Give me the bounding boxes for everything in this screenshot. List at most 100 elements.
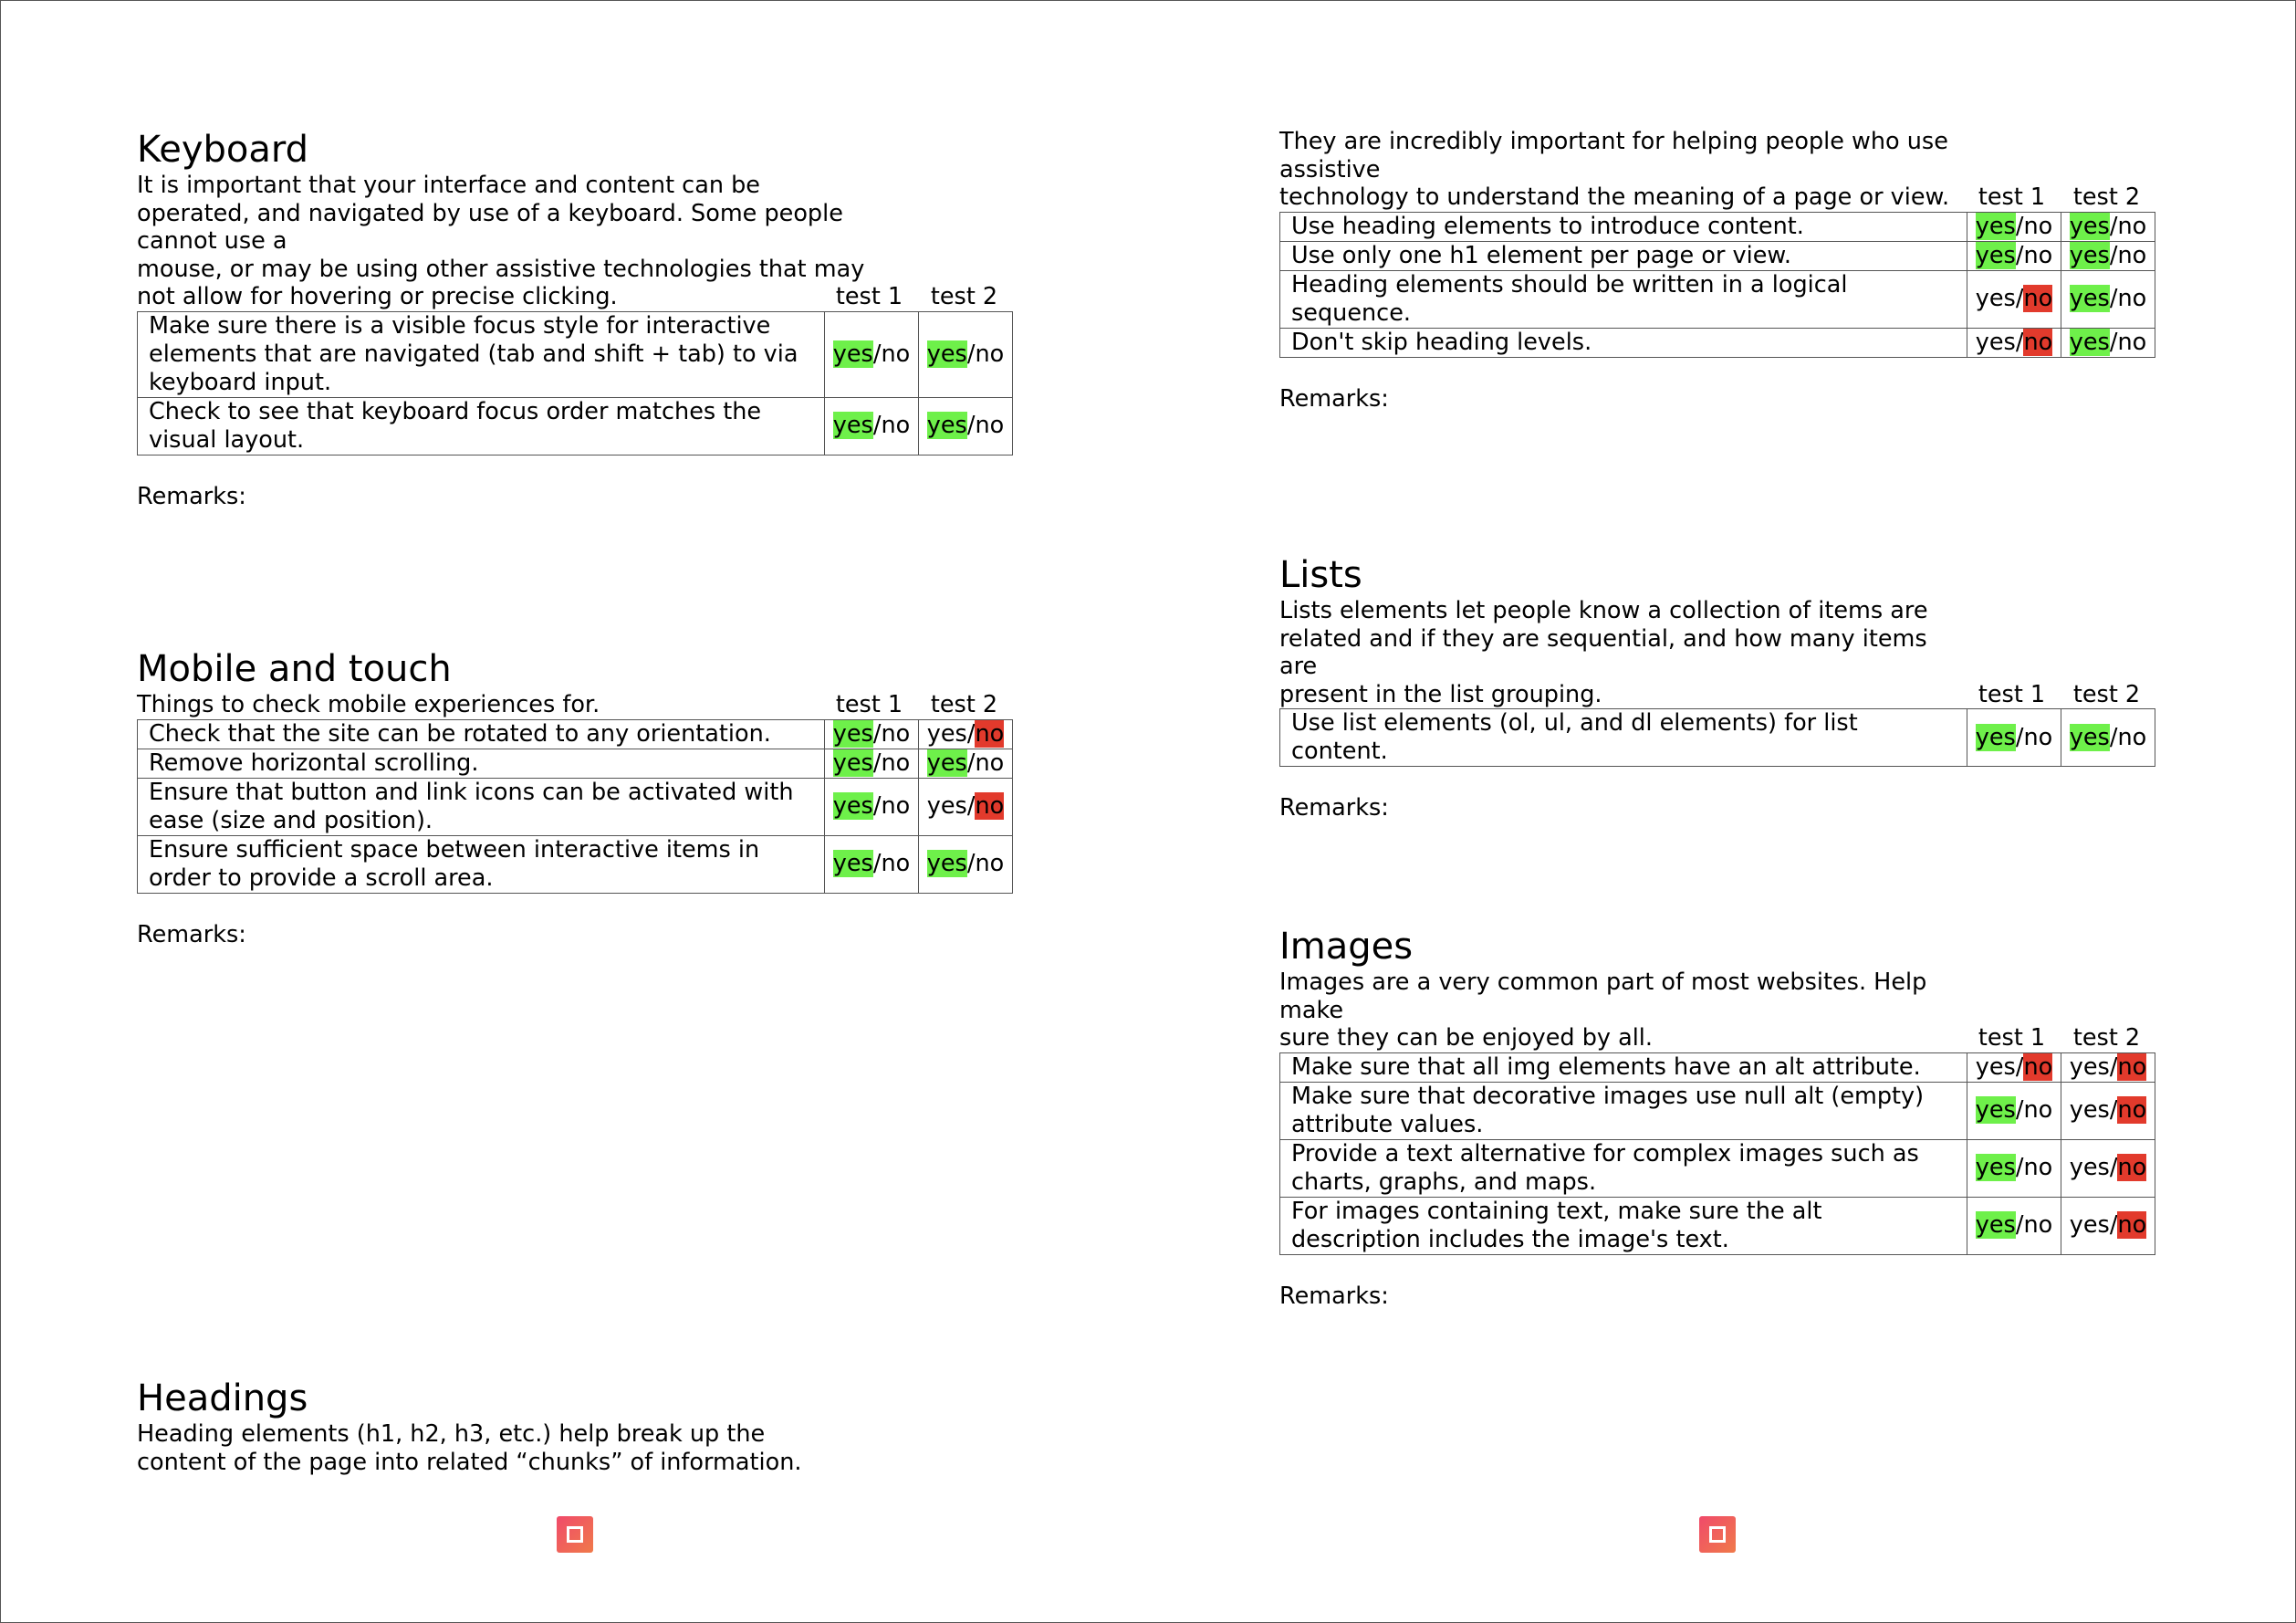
yes-option[interactable]: yes (2070, 1154, 2110, 1181)
no-option[interactable]: no (2117, 329, 2146, 356)
yes-option[interactable]: yes (1976, 1053, 2016, 1081)
yes-option[interactable]: yes (2069, 285, 2110, 312)
yes-option[interactable]: yes (2070, 1053, 2110, 1081)
section-intro: Heading elements (h1, h2, h3, etc.) help… (137, 1420, 802, 1476)
no-option[interactable]: no (881, 749, 910, 777)
no-option[interactable]: no (881, 340, 910, 368)
yes-option[interactable]: yes (1975, 723, 2016, 751)
test1-answer[interactable]: yes/no (824, 748, 919, 779)
test1-answer[interactable]: yes/no (1967, 269, 2061, 329)
yes-option[interactable]: yes (2069, 328, 2110, 356)
yes-option[interactable]: yes (927, 720, 967, 748)
test2-answer[interactable]: yes/no (2061, 1138, 2155, 1198)
test2-answer[interactable]: yes/no (918, 748, 1013, 779)
table-row: Check that the site can be rotated to an… (137, 718, 1013, 749)
yes-option[interactable]: yes (2069, 241, 2110, 269)
no-option[interactable]: no (2023, 1052, 2053, 1081)
yes-option[interactable]: yes (2070, 1096, 2110, 1124)
test2-answer[interactable]: yes/no (2061, 240, 2155, 271)
check-item-text: Use only one h1 element per page or view… (1279, 240, 1967, 271)
check-item-text: Don't skip heading levels. (1279, 327, 1967, 358)
no-option[interactable]: no (2117, 1154, 2147, 1181)
yes-option[interactable]: yes (2069, 723, 2110, 751)
no-option[interactable]: no (881, 792, 910, 820)
yes-option[interactable]: yes (926, 850, 967, 877)
test1-answer[interactable]: yes/no (824, 777, 919, 836)
test2-answer[interactable]: yes/no (2061, 269, 2155, 329)
no-option[interactable]: no (881, 412, 910, 439)
test2-answer[interactable]: yes/no (2061, 708, 2155, 767)
yes-option[interactable]: yes (832, 340, 873, 368)
yes-option[interactable]: yes (832, 749, 873, 777)
table-row: Remove horizontal scrolling. yes/no yes/no (137, 748, 1013, 779)
yes-option[interactable]: yes (926, 412, 967, 439)
no-option[interactable]: no (2117, 242, 2146, 269)
check-item-text: Check that the site can be rotated to an… (137, 718, 825, 749)
test1-answer[interactable]: yes/no (824, 396, 919, 455)
test2-answer[interactable]: yes/no (918, 310, 1013, 398)
test1-answer[interactable]: yes/no (1967, 708, 2061, 767)
yes-option[interactable]: yes (2070, 1211, 2110, 1239)
test2-answer[interactable]: yes/no (2061, 211, 2155, 242)
test2-answer[interactable]: yes/no (918, 718, 1013, 749)
no-option[interactable]: no (2117, 213, 2146, 240)
test2-answer[interactable]: yes/no (2061, 1052, 2155, 1083)
test1-answer[interactable]: yes/no (1967, 1196, 2061, 1255)
test1-answer[interactable]: yes/no (1967, 1138, 2061, 1198)
test2-answer[interactable]: yes/no (2061, 1196, 2155, 1255)
yes-option[interactable]: yes (832, 719, 873, 748)
no-option[interactable]: no (975, 792, 1005, 820)
yes-option[interactable]: yes (832, 412, 873, 439)
test1-answer[interactable]: yes/no (824, 718, 919, 749)
test2-answer[interactable]: yes/no (918, 396, 1013, 455)
no-option[interactable]: no (2117, 1096, 2147, 1124)
no-option[interactable]: no (975, 850, 1004, 877)
test1-answer[interactable]: yes/no (1967, 211, 2061, 242)
test1-answer[interactable]: yes/no (1967, 240, 2061, 271)
test1-answer[interactable]: yes/no (824, 834, 919, 894)
test2-answer[interactable]: yes/no (918, 777, 1013, 836)
yes-option[interactable]: yes (1975, 1154, 2016, 1181)
yes-option[interactable]: yes (832, 850, 873, 877)
test2-answer[interactable]: yes/no (2061, 327, 2155, 358)
yes-option[interactable]: yes (1975, 212, 2016, 240)
test1-answer[interactable]: yes/no (1967, 1052, 2061, 1083)
no-option[interactable]: no (975, 749, 1004, 777)
no-option[interactable]: no (2117, 1052, 2147, 1081)
no-option[interactable]: no (881, 850, 910, 877)
test2-header: test 2 (2072, 680, 2141, 708)
no-option[interactable]: no (975, 412, 1004, 439)
yes-option[interactable]: yes (1975, 1211, 2016, 1239)
yes-option[interactable]: yes (926, 749, 967, 777)
no-option[interactable]: no (881, 720, 910, 748)
no-option[interactable]: no (2117, 724, 2146, 751)
no-option[interactable]: no (975, 340, 1004, 368)
test2-answer[interactable]: yes/no (918, 834, 1013, 894)
yes-option[interactable]: yes (1976, 285, 2016, 312)
no-option[interactable]: no (2023, 724, 2052, 751)
test1-answer[interactable]: yes/no (824, 310, 919, 398)
no-option[interactable]: no (2023, 242, 2052, 269)
test2-answer[interactable]: yes/no (2061, 1081, 2155, 1140)
no-option[interactable]: no (2117, 285, 2146, 312)
yes-option[interactable]: yes (926, 340, 967, 368)
no-option[interactable]: no (2023, 285, 2053, 312)
yes-option[interactable]: yes (832, 792, 873, 820)
yes-option[interactable]: yes (1975, 1096, 2016, 1124)
intro-row: They are incredibly important for helpin… (1279, 128, 2155, 212)
no-option[interactable]: no (2023, 328, 2053, 356)
no-option[interactable]: no (2023, 1211, 2052, 1239)
no-option[interactable]: no (2023, 1154, 2052, 1181)
no-option[interactable]: no (2023, 1096, 2052, 1124)
yes-option[interactable]: yes (1976, 329, 2016, 356)
test1-answer[interactable]: yes/no (1967, 327, 2061, 358)
section-intro: Images are a very common part of most we… (1279, 969, 1927, 1052)
yes-option[interactable]: yes (2069, 212, 2110, 240)
yes-option[interactable]: yes (1975, 241, 2016, 269)
no-option[interactable]: no (2023, 213, 2052, 240)
no-option[interactable]: no (2117, 1211, 2147, 1239)
no-option[interactable]: no (975, 719, 1005, 748)
yes-option[interactable]: yes (927, 792, 967, 820)
table-row: Make sure that all img elements have an … (1279, 1052, 2155, 1083)
test1-answer[interactable]: yes/no (1967, 1081, 2061, 1140)
